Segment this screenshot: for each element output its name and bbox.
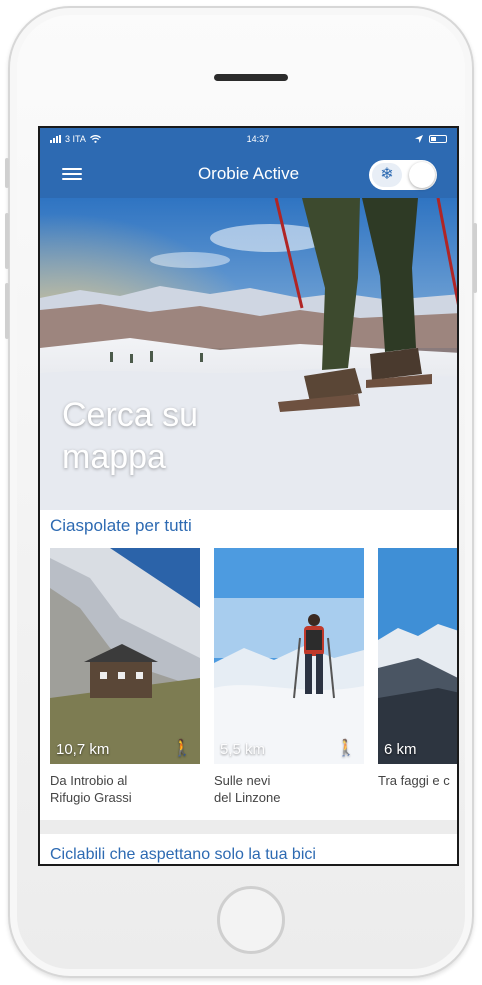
section-title-ciaspolate: Ciaspolate per tutti <box>50 516 192 535</box>
trail-name: Tra faggi e c <box>378 773 450 788</box>
trail-card[interactable]: 5,5 km 🚶 Sulle nevi del Linzone <box>214 548 364 806</box>
snowflake-icon: ❄ <box>372 163 402 187</box>
home-button[interactable] <box>217 886 285 954</box>
status-bar: 3 ITA 14:37 <box>40 128 457 150</box>
section-title-ciclabili: Ciclabili che aspettano solo la tua bici <box>50 846 316 863</box>
app-header: Orobie Active ❄ <box>40 150 457 198</box>
wifi-icon <box>89 135 101 143</box>
earpiece-speaker <box>214 74 288 81</box>
hiker-icon: 🚶 <box>172 740 192 757</box>
winter-mode-toggle[interactable]: ❄ <box>369 160 437 190</box>
volume-down-button <box>5 283 9 339</box>
volume-up-button <box>5 213 9 269</box>
mute-switch <box>5 158 9 188</box>
trail-card-image: 10,7 km 🚶 <box>50 548 200 764</box>
trail-card[interactable]: 6 km Tra faggi e c <box>378 548 457 789</box>
trail-card-image: 5,5 km 🚶 <box>214 548 364 764</box>
trail-distance: 6 km <box>384 741 417 758</box>
carrier-label: 3 ITA <box>65 134 86 144</box>
app-screen: 3 ITA 14:37 Orobie Active ❄ Cerca su map… <box>38 126 459 866</box>
power-button <box>473 223 477 293</box>
section-divider <box>40 820 457 834</box>
battery-icon <box>429 135 447 143</box>
trail-card[interactable]: 10,7 km 🚶 Da Introbio al Rifugio Grassi <box>50 548 200 806</box>
toggle-knob <box>409 162 435 188</box>
status-time: 14:37 <box>246 134 270 144</box>
signal-icon <box>50 135 61 143</box>
hero-title: Cerca su mappa <box>62 396 199 476</box>
trail-card-image: 6 km <box>378 548 457 764</box>
hamburger-icon[interactable] <box>62 165 82 181</box>
app-title: Orobie Active <box>197 164 300 183</box>
hero-map-banner[interactable]: Cerca su mappa <box>40 198 457 510</box>
trail-card-carousel[interactable]: 10,7 km 🚶 Da Introbio al Rifugio Grassi <box>50 548 457 805</box>
trail-name: Sulle nevi del Linzone <box>214 773 281 805</box>
trail-name: Da Introbio al Rifugio Grassi <box>50 773 132 805</box>
location-icon <box>415 135 423 143</box>
hiker-icon: 🚶 <box>336 740 356 757</box>
trail-distance: 5,5 km <box>220 741 266 758</box>
trail-distance: 10,7 km <box>56 741 110 758</box>
